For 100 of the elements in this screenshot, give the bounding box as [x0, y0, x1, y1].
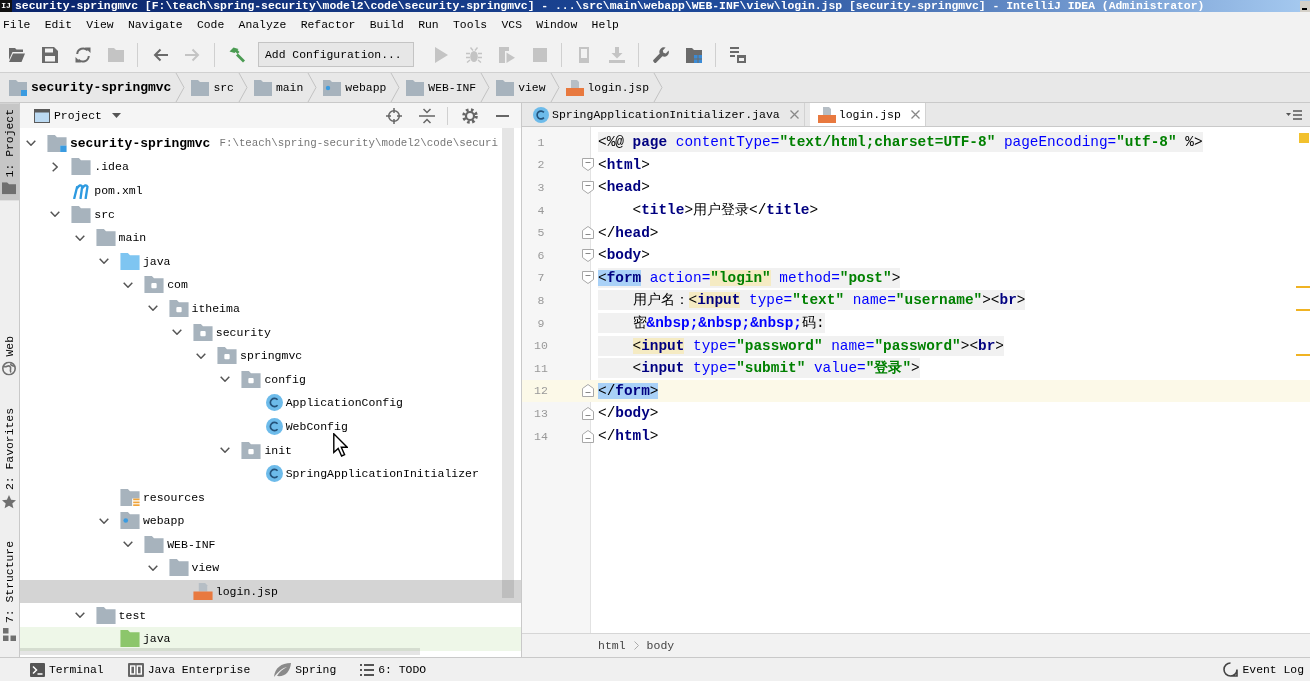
menu-item[interactable]: View	[86, 18, 114, 31]
minimize-icon[interactable]	[1300, 0, 1310, 12]
chevron-down-icon[interactable]	[123, 541, 134, 548]
fold-marker-icon[interactable]	[582, 248, 594, 262]
tab-list-icon[interactable]	[1286, 109, 1302, 120]
chevron-down-icon[interactable]	[220, 447, 231, 453]
line-number: 10	[533, 339, 549, 353]
module-folder-icon	[9, 79, 27, 96]
tree-item[interactable]: com	[20, 273, 521, 297]
chevron-right-icon[interactable]	[52, 161, 59, 172]
menu-item[interactable]: Help	[591, 18, 619, 31]
menu-item[interactable]: Run	[418, 18, 439, 31]
line-number: 2	[536, 158, 546, 172]
breadcrumb-item[interactable]: src	[185, 73, 238, 102]
breadcrumb-item[interactable]: body	[646, 639, 675, 652]
tree-item[interactable]: config	[20, 367, 521, 392]
menu-item[interactable]: Refactor	[300, 18, 356, 31]
tool-window-tab[interactable]: 1: Project	[0, 103, 19, 201]
chevron-down-icon[interactable]	[74, 234, 85, 241]
chevron-down-icon[interactable]	[50, 211, 61, 218]
folder-icon	[144, 535, 165, 553]
fold-marker-icon[interactable]	[582, 429, 594, 443]
tool-window-button[interactable]: Java Enterprise	[115, 662, 263, 677]
jsp-file-icon	[817, 106, 836, 123]
close-icon[interactable]	[910, 110, 920, 119]
tree-item[interactable]: itheima	[20, 296, 521, 321]
editor-tab[interactable]: SpringApplicationInitializer.java	[527, 103, 805, 126]
minus-icon	[496, 114, 509, 117]
tool-window-button[interactable]: 6: TODO	[348, 663, 439, 676]
tree-item[interactable]: init	[20, 438, 521, 462]
tool-window-tab[interactable]: 2: Favorites	[0, 401, 19, 515]
chevron-down-icon[interactable]	[196, 352, 207, 359]
tool-window-button[interactable]: Event Log	[1211, 662, 1310, 677]
menu-item[interactable]: VCS	[501, 18, 522, 31]
chevron-down-icon[interactable]	[98, 517, 109, 524]
close-icon[interactable]	[789, 110, 799, 119]
tree-item[interactable]: SpringApplicationInitializer	[20, 461, 521, 486]
breadcrumb-item[interactable]: view	[490, 73, 550, 102]
folder-icon	[95, 606, 116, 624]
fold-marker-icon[interactable]	[582, 226, 594, 240]
tool-window-button[interactable]: Terminal	[18, 662, 116, 677]
chevron-down-icon[interactable]	[147, 565, 158, 571]
breadcrumb-item[interactable]: webapp	[317, 73, 391, 102]
tree-item[interactable]: ApplicationConfig	[20, 391, 521, 415]
breadcrumb-item[interactable]: main	[247, 73, 308, 102]
chevron-down-icon[interactable]	[74, 612, 85, 619]
fold-marker-icon[interactable]	[582, 271, 594, 285]
code-line: <html>	[598, 155, 650, 175]
tree-item[interactable]: view	[20, 556, 521, 580]
editor-tab[interactable]: login.jsp	[809, 103, 926, 126]
tree-item[interactable]: resources	[20, 485, 521, 509]
chevron-down-icon[interactable]	[147, 305, 158, 312]
tree-item[interactable]: security-springmvc F:\teach\spring-security\model2\code\securi	[20, 131, 521, 156]
breadcrumb-item[interactable]: login.jsp	[559, 73, 654, 102]
menu-item[interactable]: Tools	[453, 18, 488, 31]
tree-item[interactable]: main	[20, 225, 521, 250]
web-folder-icon	[323, 79, 342, 96]
fold-marker-icon[interactable]	[582, 406, 594, 420]
run-config-dropdown[interactable]: Add Configuration...	[258, 42, 414, 67]
chevron-down-icon[interactable]	[171, 329, 182, 336]
tree-item[interactable]: WebConfig	[20, 414, 521, 439]
breadcrumb-item[interactable]: WEB-INF	[400, 73, 481, 102]
folder-open-icon	[8, 46, 25, 63]
folder-icon	[496, 79, 515, 96]
menu-item[interactable]: Edit	[44, 18, 72, 31]
maven-icon	[71, 182, 92, 199]
chevron-down-icon[interactable]	[123, 281, 134, 288]
tree-item[interactable]: src	[20, 202, 521, 226]
tree-item[interactable]: .idea	[20, 155, 521, 179]
menu-item[interactable]: Build	[369, 18, 404, 31]
menu-item[interactable]: Window	[536, 18, 578, 31]
tool-window-tab[interactable]: 7: Structure	[0, 534, 19, 647]
tree-item[interactable]: pom.xml	[20, 178, 521, 203]
package-folder-icon	[241, 370, 262, 388]
scrollbar-thumb[interactable]	[20, 648, 420, 655]
chevron-down-icon[interactable]	[26, 140, 36, 147]
fold-marker-icon[interactable]	[582, 158, 594, 172]
tree-item[interactable]: test	[20, 603, 521, 627]
tree-item[interactable]: java	[20, 249, 521, 274]
project-path: F:\teach\spring-security\model2\code\securi	[219, 137, 499, 150]
breadcrumb-item[interactable]: html	[598, 639, 626, 652]
menu-item[interactable]: Navigate	[127, 18, 183, 31]
tree-item[interactable]: springmvc	[20, 343, 521, 368]
tool-window-button[interactable]: Spring	[262, 662, 349, 677]
view-selector-dropdown[interactable]: Project	[50, 109, 121, 122]
chevron-down-icon[interactable]	[220, 376, 231, 383]
tree-item[interactable]: WEB-INF	[20, 532, 521, 557]
chevron-down-icon[interactable]	[98, 258, 109, 265]
scrollbar-thumb[interactable]	[502, 128, 514, 598]
tool-window-tab[interactable]: Web	[0, 330, 19, 382]
fold-marker-icon[interactable]	[582, 384, 594, 398]
tree-item[interactable]: webapp	[20, 509, 521, 533]
fold-marker-icon[interactable]	[582, 181, 594, 194]
menu-item[interactable]: Code	[196, 18, 225, 31]
breadcrumb-item[interactable]: security-springmvc	[3, 73, 176, 102]
menu-item[interactable]: File	[3, 18, 31, 31]
menu-item[interactable]: Analyze	[238, 18, 287, 31]
tree-item[interactable]: java	[20, 626, 521, 651]
tree-item[interactable]: login.jsp	[20, 579, 521, 604]
tree-item[interactable]: security	[20, 320, 521, 344]
